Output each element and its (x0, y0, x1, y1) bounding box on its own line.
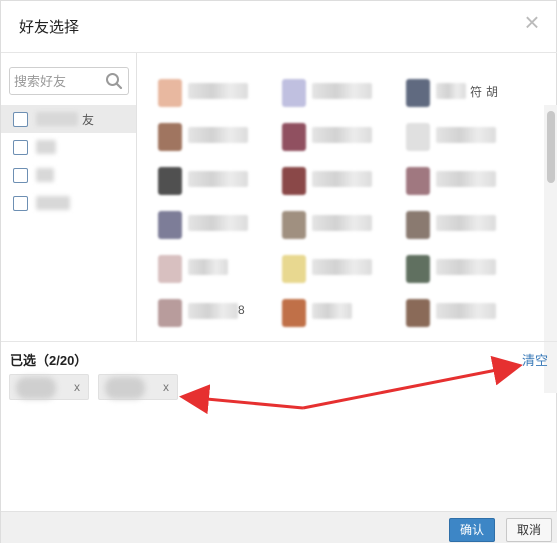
blurred-label (36, 112, 78, 126)
blurred-label (36, 196, 70, 210)
cancel-button[interactable]: 取消 (506, 518, 552, 542)
blurred-name (436, 215, 496, 231)
friend-item[interactable] (262, 249, 380, 289)
avatar (282, 79, 306, 107)
name-fragment: 胡 (486, 85, 499, 99)
blurred-name (312, 215, 372, 231)
blurred-name (188, 215, 248, 231)
search-input[interactable] (14, 71, 102, 91)
name-fragment: 符 (470, 85, 483, 99)
friend-item[interactable] (262, 205, 380, 245)
avatar (282, 211, 306, 239)
selected-panel: 已选（2/20） 清空 x x (1, 341, 557, 511)
friend-item[interactable] (386, 293, 504, 333)
close-icon[interactable]: × (520, 9, 544, 35)
scrollbar-thumb[interactable] (547, 111, 555, 183)
blurred-name (436, 303, 496, 319)
blurred-name (312, 259, 372, 275)
dialog-footer: 确认 取消 (1, 511, 557, 543)
blurred-name (312, 303, 352, 319)
friend-item[interactable] (138, 73, 256, 113)
avatar (158, 79, 182, 107)
avatar (158, 123, 182, 151)
blurred-name (188, 171, 248, 187)
group-checkbox[interactable] (13, 167, 28, 183)
avatar (406, 167, 430, 195)
search-box (9, 67, 129, 95)
friend-item[interactable] (386, 117, 504, 157)
blurred-label (36, 140, 56, 154)
group-checkbox[interactable] (13, 111, 28, 127)
blurred-name (436, 127, 496, 143)
blurred-name (312, 171, 372, 187)
friend-item[interactable] (138, 205, 256, 245)
avatar (406, 123, 430, 151)
blurred-name (188, 83, 248, 99)
group-checkbox[interactable] (13, 139, 28, 155)
blurred-name (436, 171, 496, 187)
name-fragment: 8 (238, 303, 245, 317)
avatar (406, 255, 430, 283)
avatar (158, 299, 182, 327)
dialog-body: 友 8 (1, 53, 557, 393)
avatar (282, 123, 306, 151)
friend-item[interactable] (386, 249, 504, 289)
avatar (406, 299, 430, 327)
confirm-button[interactable]: 确认 (449, 518, 495, 542)
blurred-name (436, 83, 466, 99)
friend-item[interactable] (386, 161, 504, 201)
blurred-name (105, 377, 145, 399)
friend-item[interactable] (386, 205, 504, 245)
group-item[interactable] (1, 161, 136, 189)
friend-item[interactable]: 符胡 (386, 73, 504, 113)
blurred-name (436, 259, 496, 275)
group-label: 友 (82, 112, 95, 127)
friend-grid: 8 符胡 (138, 53, 544, 341)
blurred-name (188, 259, 228, 275)
blurred-label (36, 168, 54, 182)
friend-item[interactable] (262, 117, 380, 157)
search-icon[interactable] (105, 72, 123, 90)
group-checkbox[interactable] (13, 195, 28, 211)
blurred-name (16, 377, 56, 399)
avatar (158, 255, 182, 283)
dialog-header: 好友选择 × (1, 1, 557, 53)
avatar (282, 167, 306, 195)
group-list: 友 (1, 105, 136, 217)
friend-item[interactable] (262, 73, 380, 113)
dialog-title: 好友选择 (19, 19, 80, 36)
selected-chip: x (98, 374, 178, 400)
remove-chip-icon[interactable]: x (163, 380, 169, 394)
group-item[interactable] (1, 133, 136, 161)
avatar (282, 299, 306, 327)
avatar (406, 211, 430, 239)
friend-item[interactable] (138, 117, 256, 157)
friend-item[interactable]: 8 (138, 293, 256, 333)
selected-chip: x (9, 374, 89, 400)
friend-item[interactable] (262, 293, 380, 333)
blurred-name (188, 303, 238, 319)
friend-item[interactable] (262, 161, 380, 201)
group-panel: 友 (1, 53, 137, 341)
selected-count-label: 已选（2/20） (10, 353, 88, 368)
group-item[interactable] (1, 189, 136, 217)
friend-item[interactable] (138, 249, 256, 289)
avatar (282, 255, 306, 283)
avatar (158, 211, 182, 239)
remove-chip-icon[interactable]: x (74, 380, 80, 394)
avatar (158, 167, 182, 195)
friend-item[interactable] (138, 161, 256, 201)
blurred-name (312, 83, 372, 99)
group-item[interactable]: 友 (1, 105, 136, 133)
blurred-name (188, 127, 248, 143)
friend-select-dialog: 好友选择 × 友 (0, 0, 557, 543)
blurred-name (312, 127, 372, 143)
avatar (406, 79, 430, 107)
clear-link[interactable]: 清空 (522, 350, 548, 369)
